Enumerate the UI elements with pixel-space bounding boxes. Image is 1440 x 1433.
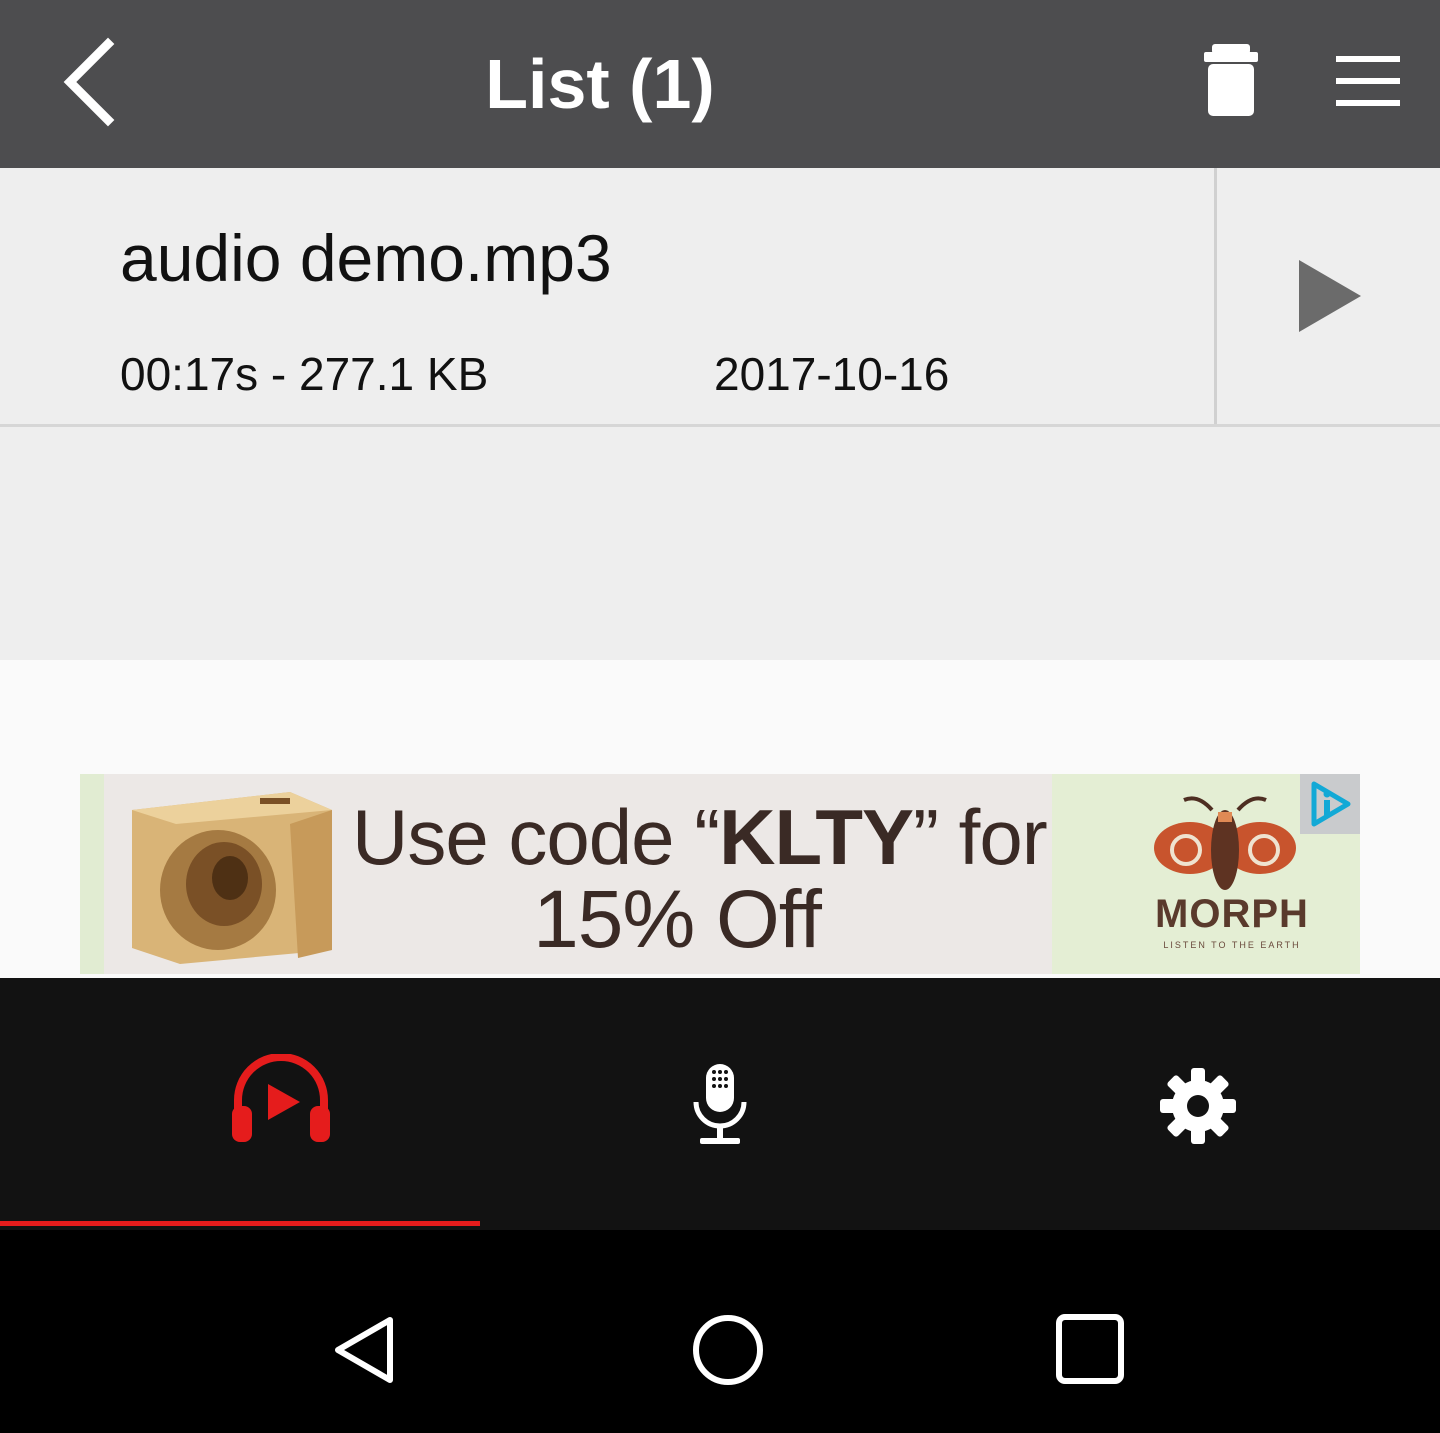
tab-record[interactable] — [480, 978, 960, 1230]
delete-button[interactable] — [1196, 38, 1266, 122]
page-title: List (1) — [485, 45, 715, 123]
microphone-icon — [693, 1064, 747, 1144]
list-item[interactable]: audio demo.mp3 00:17s - 277.1 KB 2017-10… — [0, 168, 1440, 427]
gear-icon — [1160, 1068, 1236, 1144]
recording-duration-size: 00:17s - 277.1 KB — [120, 348, 489, 400]
headphones-play-icon — [232, 1054, 330, 1142]
app-header: List (1) — [0, 0, 1440, 168]
ad-container: Use code “KLTY” for 15% Off MORPH LISTEN… — [0, 660, 1440, 978]
adchoices-icon — [1311, 781, 1351, 827]
nav-home-icon[interactable] — [690, 1312, 766, 1388]
system-nav-bar — [0, 1230, 1440, 1433]
wooden-speaker-image — [132, 792, 332, 964]
ad-offer: 15% Off — [533, 874, 822, 965]
adchoices-button[interactable] — [1300, 774, 1360, 834]
recordings-list: audio demo.mp3 00:17s - 277.1 KB 2017-10… — [0, 168, 1440, 660]
recording-filename: audio demo.mp3 — [120, 221, 612, 295]
trash-icon — [1204, 44, 1258, 116]
tab-player[interactable] — [0, 978, 480, 1230]
tab-settings[interactable] — [960, 978, 1440, 1230]
hamburger-menu-icon — [1336, 56, 1400, 106]
chevron-left-icon — [63, 37, 115, 127]
menu-button[interactable] — [1328, 46, 1408, 116]
play-button[interactable] — [1290, 256, 1370, 336]
ad-brand: MORPH — [1155, 892, 1309, 936]
bottom-tab-bar — [0, 978, 1440, 1230]
back-button[interactable] — [48, 30, 138, 130]
play-icon — [1299, 260, 1361, 332]
nav-recents-icon[interactable] — [1052, 1312, 1128, 1388]
active-tab-indicator — [0, 1221, 480, 1226]
ad-tagline: LISTEN TO THE EARTH — [1163, 940, 1301, 950]
recording-date: 2017-10-16 — [714, 348, 950, 400]
nav-back-icon[interactable] — [328, 1312, 404, 1388]
moth-logo-icon — [1154, 796, 1296, 890]
ad-banner[interactable]: Use code “KLTY” for 15% Off MORPH LISTEN… — [80, 774, 1360, 974]
row-divider — [1214, 168, 1217, 424]
ad-left-strip — [80, 774, 104, 974]
ad-headline: Use code “KLTY” for — [352, 793, 1048, 881]
